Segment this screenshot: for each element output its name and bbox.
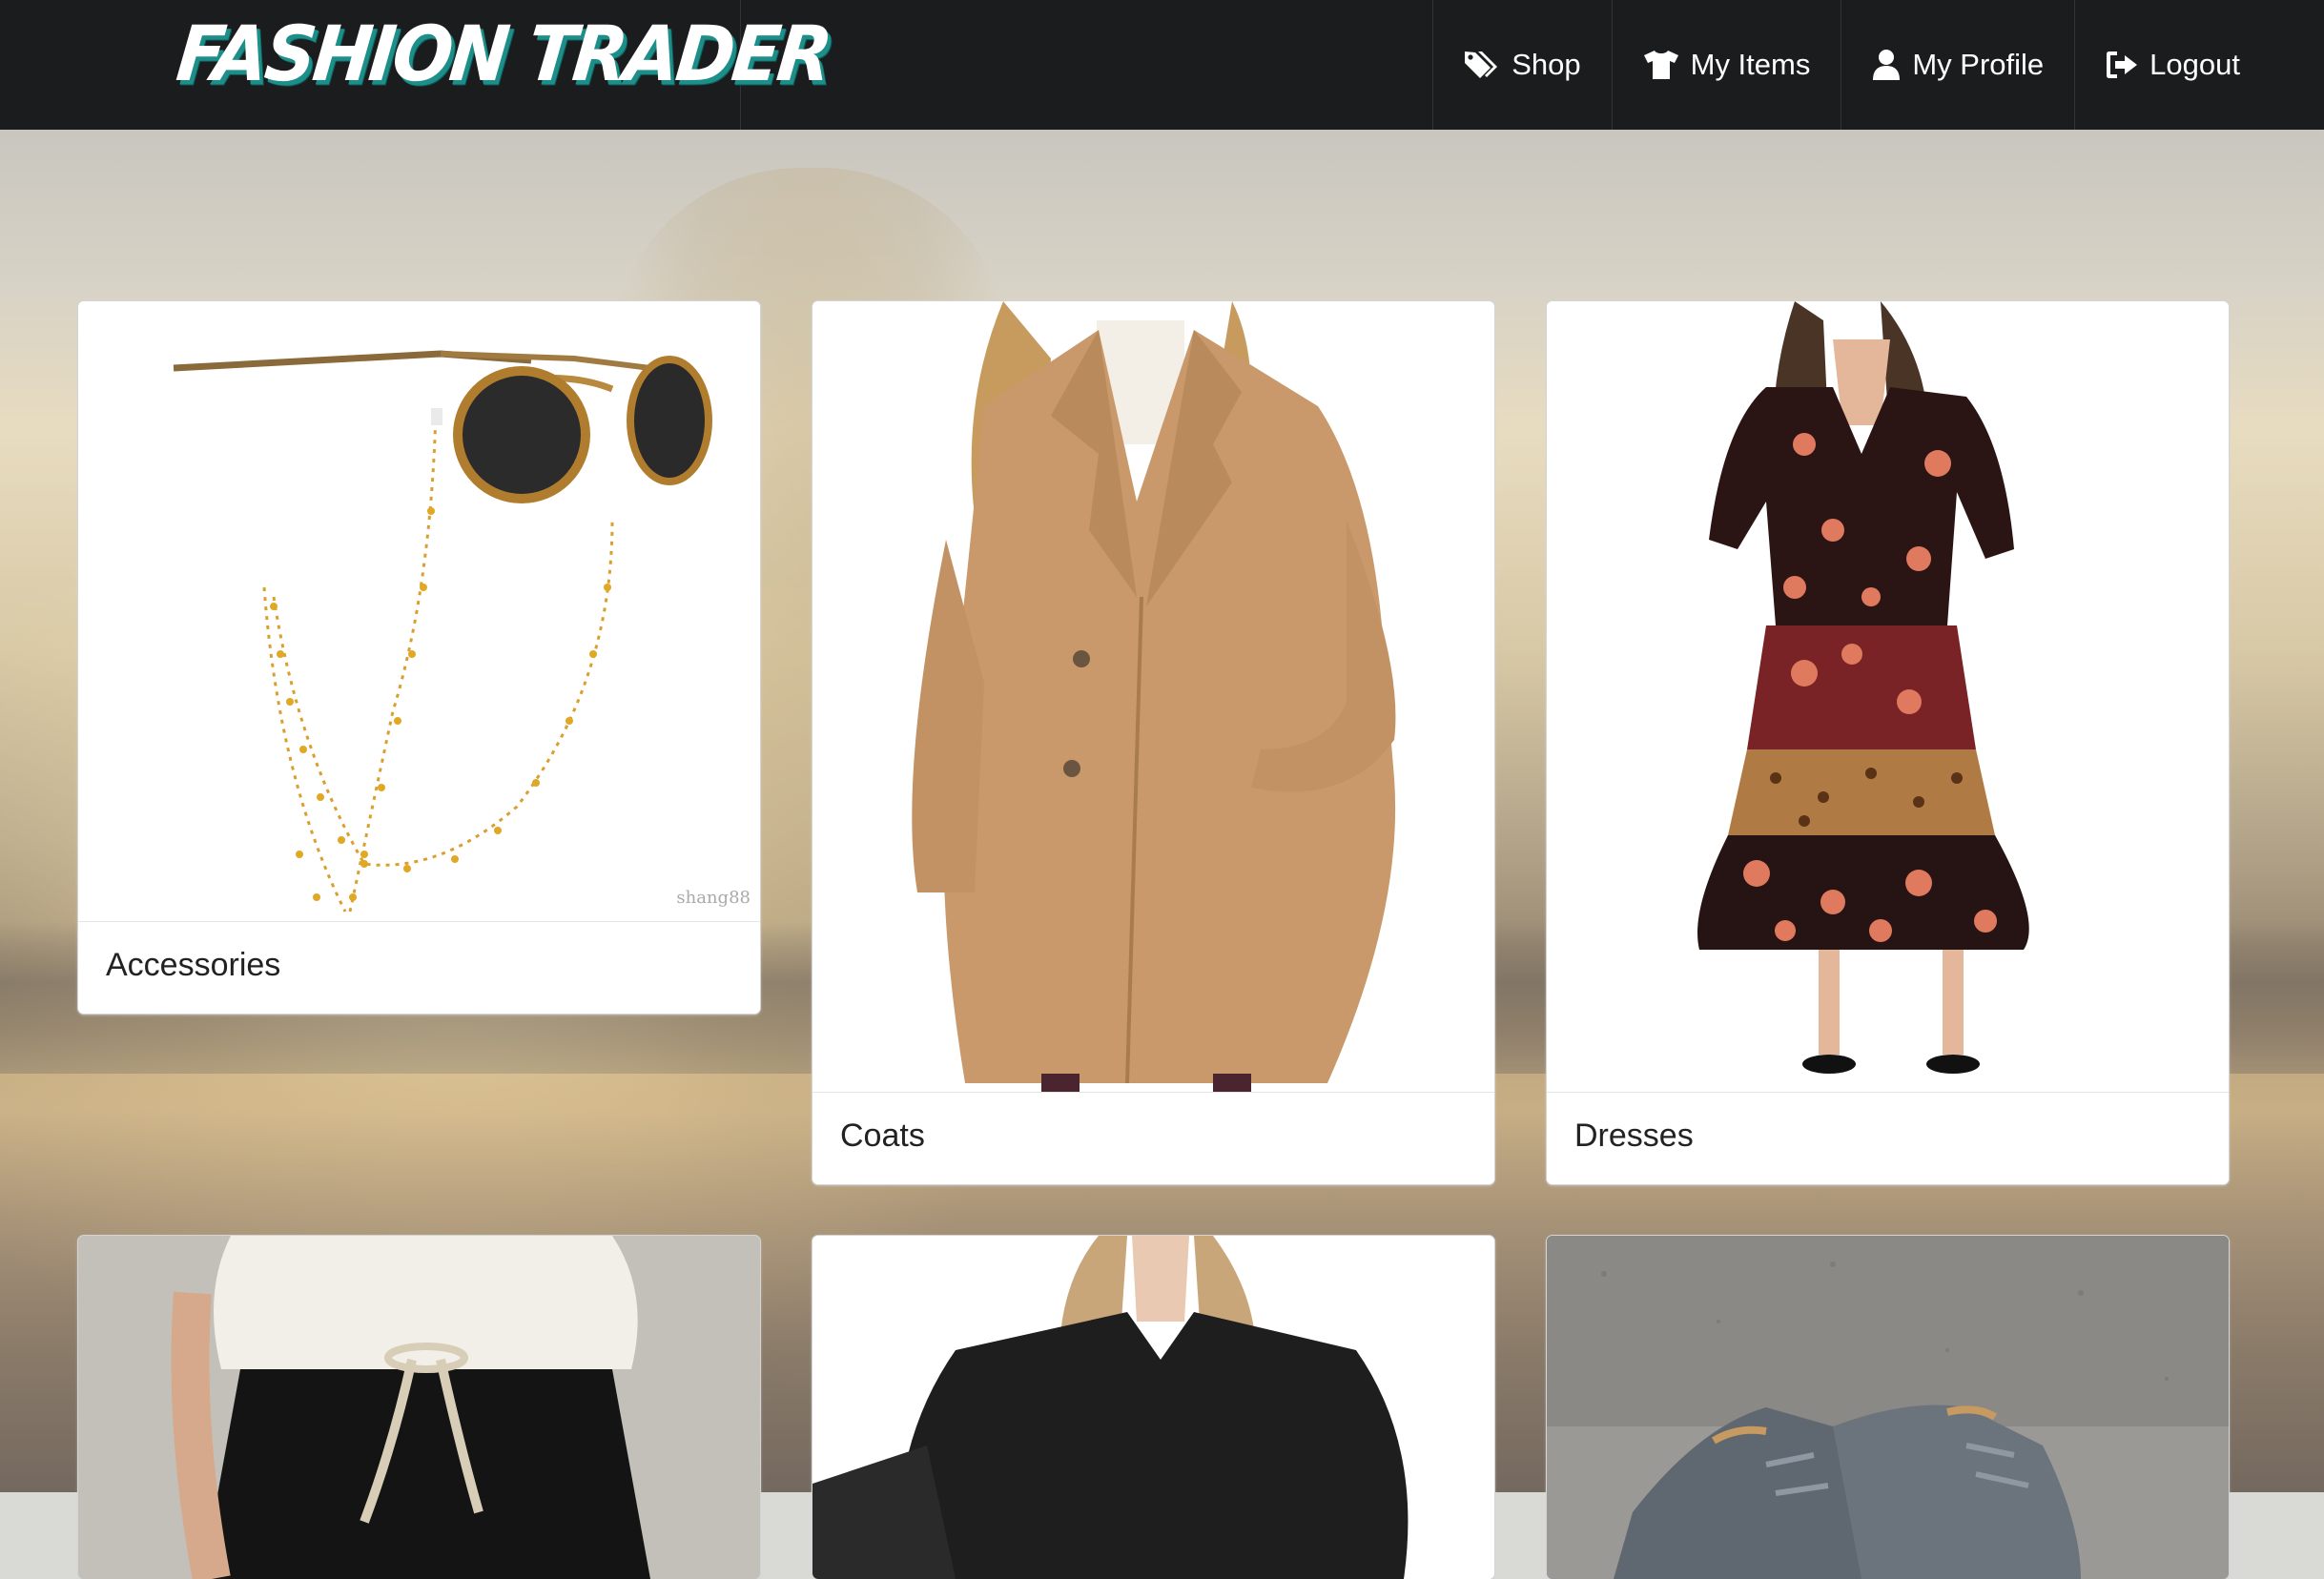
user-icon	[1872, 49, 1901, 81]
nav-item-label: My Items	[1690, 48, 1811, 81]
nav-item-logout[interactable]: Logout	[2074, 0, 2271, 130]
nav-item-label: Shop	[1512, 48, 1581, 81]
nav-item-shop[interactable]: Shop	[1432, 0, 1611, 130]
category-card-pants[interactable]	[78, 1236, 760, 1579]
category-title[interactable]: Accessories	[106, 947, 280, 984]
category-card-dresses[interactable]: Dresses	[1547, 301, 2229, 1184]
brand-cell: FASHION TRADER	[0, 0, 833, 130]
top-navbar: FASHION TRADER Shop My Items My Profile …	[0, 0, 2324, 130]
category-card-tops[interactable]	[812, 1236, 1494, 1579]
image-watermark: shang88	[676, 888, 751, 908]
nav-item-label: My Profile	[1912, 48, 2045, 81]
nav-item-my-profile[interactable]: My Profile	[1841, 0, 2074, 130]
nav-menu: Shop My Items My Profile Logout	[1432, 0, 2271, 130]
category-card-coats[interactable]: Coats	[812, 301, 1494, 1184]
category-card-accessories[interactable]: shang88 Accessories	[78, 301, 760, 1014]
joggers-image	[78, 1236, 760, 1579]
card-content: Coats	[812, 1092, 1494, 1184]
sunglasses-image: shang88	[78, 301, 760, 921]
card-content: Accessories	[78, 921, 760, 1014]
blouse-image	[812, 1236, 1494, 1579]
coat-image	[812, 301, 1494, 1093]
shirt-icon	[1643, 50, 1679, 80]
nav-item-my-items[interactable]: My Items	[1611, 0, 1841, 130]
category-title[interactable]: Dresses	[1574, 1118, 1694, 1155]
category-title[interactable]: Coats	[840, 1118, 925, 1155]
tags-icon	[1464, 49, 1500, 81]
sneakers-image	[1547, 1236, 2229, 1579]
card-content: Dresses	[1547, 1092, 2229, 1184]
dress-image	[1547, 301, 2229, 1093]
category-card-shoes[interactable]	[1547, 1236, 2229, 1579]
nav-item-label: Logout	[2149, 48, 2240, 81]
brand-logo[interactable]: FASHION TRADER	[173, 10, 833, 99]
sign-out-icon	[2106, 50, 2138, 80]
